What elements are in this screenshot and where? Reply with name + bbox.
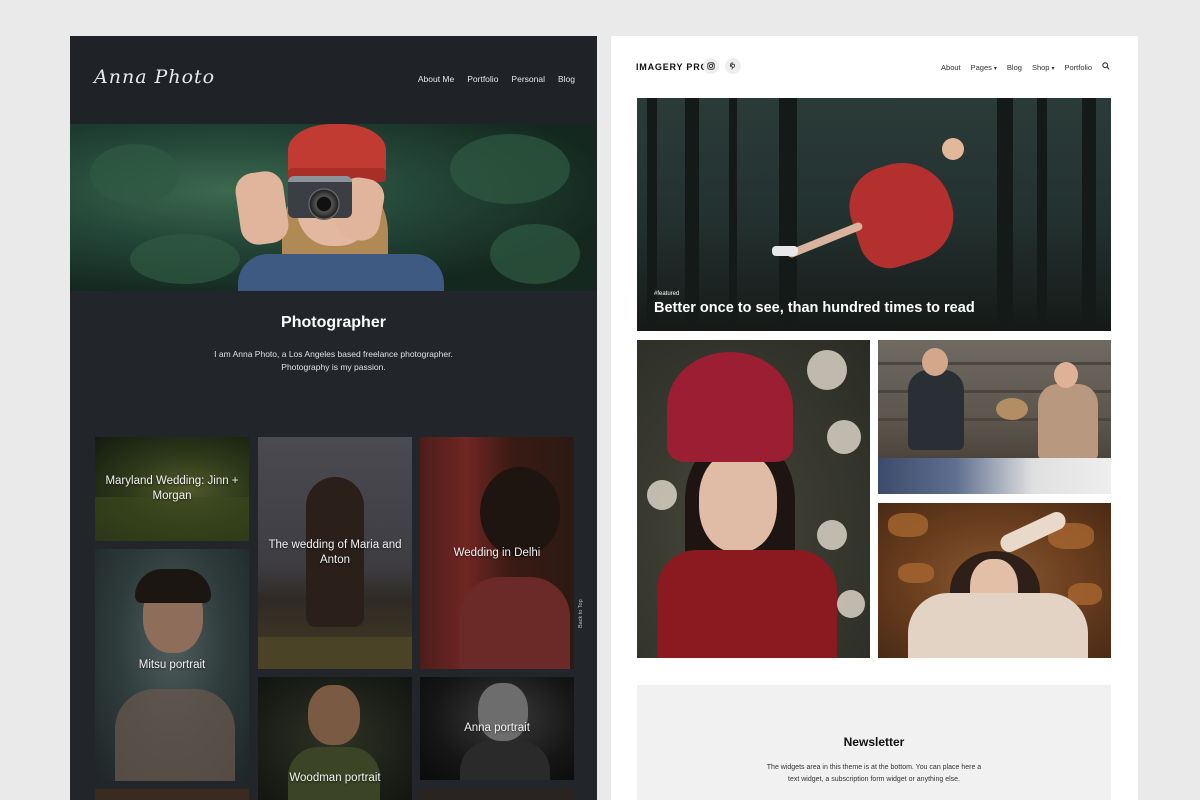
portfolio-tile-maria-anton[interactable]: The wedding of Maria and Anton [258, 437, 412, 669]
tile-label: Woodman portrait [289, 772, 381, 784]
site-brand[interactable]: IMAGERY PRO [636, 62, 708, 72]
tile-label: Maryland Wedding: Jinn + Morgan [105, 475, 239, 502]
portfolio-tile-anna-portrait[interactable]: Anna portrait [420, 677, 574, 780]
hero-image-photographer [70, 124, 597, 291]
post-image-red-beanie[interactable] [637, 340, 870, 658]
intro-text: I am Anna Photo, a Los Angeles based fre… [210, 348, 457, 374]
dark-theme-preview: Anna Photo About Me Portfolio Personal B… [70, 36, 597, 800]
instagram-icon[interactable] [703, 58, 719, 74]
portfolio-tile-maryland-wedding[interactable]: Maryland Wedding: Jinn + Morgan [95, 437, 249, 541]
nav-portfolio[interactable]: Portfolio [1064, 63, 1092, 72]
newsletter-line-1: The widgets area in this theme is at the… [766, 764, 982, 771]
header: Anna Photo About Me Portfolio Personal B… [70, 36, 597, 124]
portfolio-tile-wedding-delhi[interactable]: Wedding in Delhi [420, 437, 574, 669]
nav-shop-dropdown[interactable]: Shop ▾ [1032, 63, 1055, 72]
back-to-top-link[interactable]: Back to Top [578, 599, 584, 628]
nav-blog[interactable]: Blog [558, 74, 575, 84]
tile-label: Anna portrait [464, 722, 530, 734]
main-nav: About Pages ▾ Blog Shop ▾ Portfolio [941, 62, 1110, 72]
pinterest-icon[interactable] [725, 58, 741, 74]
chevron-down-icon: ▾ [1051, 65, 1055, 72]
nav-pages-label: Pages [970, 62, 992, 72]
newsletter-widget: Newsletter The widgets area in this them… [637, 685, 1111, 800]
post-image-autumn-leaves[interactable] [878, 503, 1111, 658]
camera-lens-icon [308, 188, 340, 220]
tile-label: Mitsu portrait [138, 658, 206, 671]
intro-line-1: I am Anna Photo, a Los Angeles based fre… [214, 349, 453, 359]
page-title: Photographer [281, 314, 386, 331]
nav-shop-label: Shop [1031, 62, 1050, 72]
tile-label: Wedding in Delhi [453, 546, 541, 559]
site-logo[interactable]: Anna Photo [94, 66, 215, 88]
portfolio-tile-woodman-portrait[interactable]: Woodman portrait [258, 677, 412, 800]
search-icon[interactable] [1102, 62, 1110, 72]
newsletter-line-2: text widget, a subscription form widget … [788, 776, 960, 783]
newsletter-description: The widgets area in this theme is at the… [754, 762, 994, 786]
nav-about[interactable]: About [941, 63, 961, 72]
chevron-down-icon: ▾ [993, 65, 997, 72]
nav-pages-dropdown[interactable]: Pages ▾ [971, 63, 997, 72]
featured-tag[interactable]: #featured [654, 291, 679, 297]
portfolio-tile-partial[interactable] [95, 789, 249, 800]
featured-post[interactable]: #featured Better once to see, than hundr… [637, 98, 1111, 331]
portfolio-tile-mitsu-portrait[interactable]: Mitsu portrait [95, 549, 249, 781]
post-image-couple[interactable] [878, 340, 1111, 494]
nav-blog[interactable]: Blog [1007, 63, 1022, 72]
nav-portfolio[interactable]: Portfolio [467, 74, 498, 84]
tile-label: The wedding of Maria and Anton [268, 539, 402, 566]
main-nav: About Me Portfolio Personal Blog [418, 74, 575, 84]
intro-line-2: Photography is my passion. [281, 362, 386, 372]
featured-title[interactable]: Better once to see, than hundred times t… [654, 300, 975, 316]
nav-personal[interactable]: Personal [511, 74, 545, 84]
nav-about-me[interactable]: About Me [418, 74, 454, 84]
light-theme-preview: IMAGERY PRO About Pages ▾ Blog Shop ▾ Port… [611, 36, 1138, 800]
portfolio-tile-partial[interactable] [420, 789, 574, 800]
newsletter-title: Newsletter [843, 735, 905, 749]
